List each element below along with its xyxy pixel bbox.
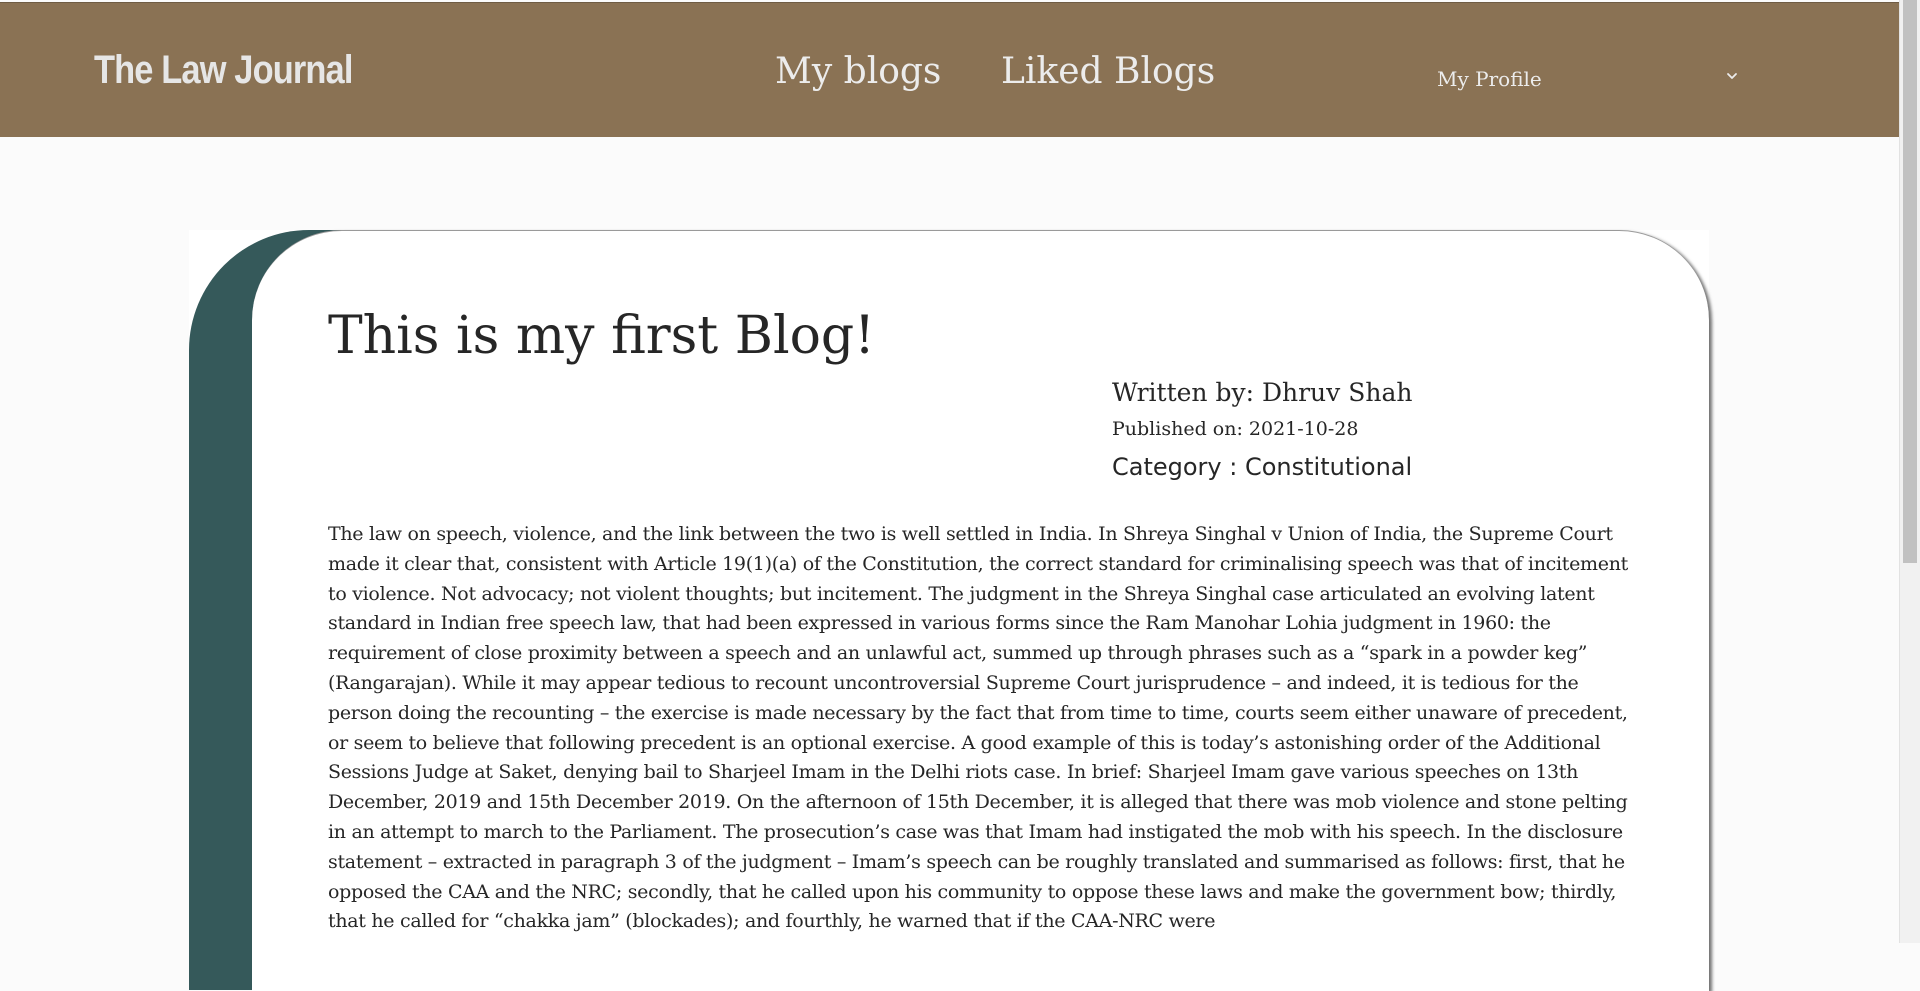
page-scrollbar[interactable] bbox=[1899, 0, 1920, 943]
blog-body: The law on speech, violence, and the lin… bbox=[328, 523, 1628, 933]
blog-author: Written by: Dhruv Shah bbox=[1112, 378, 1413, 407]
scrollbar-thumb[interactable] bbox=[1903, 0, 1917, 563]
blog-title: This is my first Blog! bbox=[328, 306, 876, 366]
site-brand[interactable]: The Law Journal bbox=[94, 48, 353, 93]
nav-link-liked-blogs[interactable]: Liked Blogs bbox=[1001, 51, 1215, 92]
top-navbar: The Law Journal My blogs Liked Blogs My … bbox=[0, 2, 1899, 137]
profile-dropdown-label[interactable]: My Profile bbox=[1437, 67, 1542, 91]
nav-link-my-blogs[interactable]: My blogs bbox=[775, 51, 941, 92]
blog-published-date: Published on: 2021-10-28 bbox=[1112, 418, 1359, 440]
blog-category: Category : Constitutional bbox=[1112, 453, 1413, 481]
chevron-down-icon[interactable] bbox=[1723, 67, 1741, 85]
